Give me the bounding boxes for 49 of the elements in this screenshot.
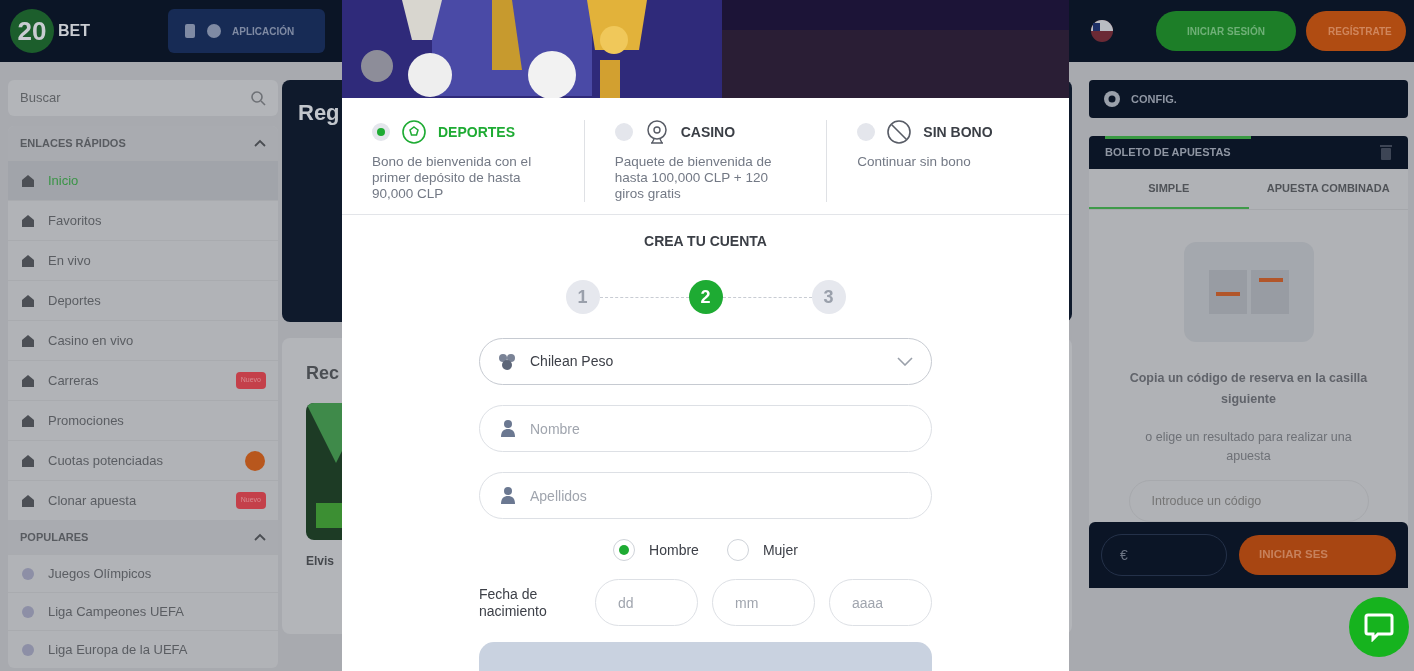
sidebar-item[interactable]: Promociones bbox=[8, 400, 278, 440]
section-title: Rec bbox=[306, 362, 340, 385]
bonus-option[interactable]: SIN BONO Continuar sin bono bbox=[826, 120, 1069, 202]
hint-text: Copia un código de reserva en la casilla siguiente bbox=[1128, 370, 1369, 408]
date-field[interactable]: dd bbox=[595, 579, 698, 626]
step-indicator: 1 bbox=[565, 280, 600, 314]
bonus-description: Bono de bienvenida con el primer depósito de hasta 90,000 CLP bbox=[372, 154, 533, 202]
logo-number[interactable]: 20 bbox=[10, 9, 54, 53]
form-heading: CREA TU CUENTA bbox=[644, 232, 767, 251]
bonus-description: Continuar sin bono bbox=[857, 154, 972, 170]
sidebar-item[interactable]: Favoritos bbox=[8, 200, 278, 240]
promo-title: Reg bbox=[298, 100, 340, 125]
settings-bar[interactable]: CONFIG. bbox=[1089, 80, 1408, 118]
sidebar-item[interactable]: Liga Europa de la UEFA bbox=[8, 630, 278, 668]
text-field[interactable]: Nombre bbox=[479, 405, 932, 452]
sidebar-item[interactable]: En vivo bbox=[8, 240, 278, 280]
step-indicator: 3 bbox=[811, 280, 846, 314]
radio-label: Mujer bbox=[762, 540, 798, 560]
betslip-title: BOLETO DE APUESTAS bbox=[1105, 145, 1231, 161]
search-field[interactable]: Buscar bbox=[8, 80, 278, 116]
birth-label: Fecha de nacimiento bbox=[479, 585, 548, 620]
sidebar-item[interactable]: Cuotas potenciadas bbox=[8, 440, 278, 480]
sidebar-item[interactable]: Liga Campeones UEFA bbox=[8, 592, 278, 630]
bonus-option[interactable]: CASINO Paquete de bienvenida de hasta 100,000 CLP + 120 giros gratis bbox=[583, 120, 827, 202]
bonus-title: SIN BONO bbox=[923, 122, 993, 142]
tab[interactable]: SIMPLE bbox=[1089, 169, 1249, 209]
logo-text[interactable]: BET bbox=[58, 19, 90, 43]
register-button[interactable]: REGÍSTRATE bbox=[1306, 11, 1406, 51]
radio-label: Hombre bbox=[649, 540, 699, 560]
tab[interactable]: APUESTA COMBINADA bbox=[1248, 169, 1408, 209]
login-button[interactable]: INICIAR SESIÓN bbox=[1156, 11, 1296, 51]
date-field[interactable]: aaaa bbox=[829, 579, 932, 626]
sidebar-item[interactable]: Deportes bbox=[8, 280, 278, 320]
bonus-description: Paquete de bienvenida de hasta 100,000 CLP + 120 giros gratis bbox=[614, 154, 773, 202]
game-title: Elvis bbox=[306, 553, 335, 570]
code-field[interactable]: Introduce un código bbox=[1128, 480, 1369, 522]
date-field[interactable]: mm bbox=[712, 579, 815, 626]
bonus-title: CASINO bbox=[680, 122, 736, 142]
login-button[interactable]: INICIAR SES bbox=[1239, 535, 1396, 575]
bonus-title: DEPORTES bbox=[438, 122, 515, 142]
hint-text: o elige un resultado para realizar una apuesta bbox=[1144, 429, 1353, 465]
bonus-option[interactable]: DEPORTES Bono de bienvenida con el primer depósito de hasta 90,000 CLP bbox=[342, 120, 584, 202]
section-title: ENLACES RÁPIDOS bbox=[20, 135, 126, 151]
sidebar-item[interactable]: Juegos Olímpicos bbox=[8, 554, 278, 592]
section-title: POPULARES bbox=[20, 529, 89, 545]
app-button[interactable]: APLICACIÓN bbox=[168, 9, 325, 53]
text-field[interactable]: Apellidos bbox=[479, 472, 932, 519]
sidebar-item[interactable]: Casino en vivo bbox=[8, 320, 278, 360]
step-indicator: 2 bbox=[688, 280, 723, 314]
